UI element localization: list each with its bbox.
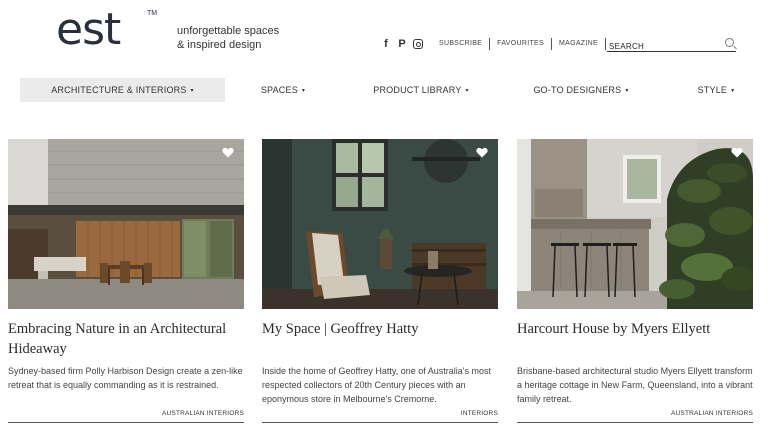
nav-label: PRODUCT LIBRARY (373, 85, 462, 95)
nav-item-spaces[interactable]: SPACES ▾ (250, 78, 316, 102)
article-category[interactable]: AUSTRALIAN INTERIORS (671, 410, 753, 417)
article-image[interactable] (8, 139, 244, 309)
article-title[interactable]: My Space | Geoffrey Hatty (262, 319, 498, 339)
article-image[interactable] (517, 139, 753, 309)
caret-down-icon: ▾ (301, 88, 306, 94)
nav-item-style[interactable]: STYLE ▾ (690, 78, 742, 102)
nav-label: STYLE (697, 85, 728, 95)
caret-down-icon: ▾ (465, 88, 469, 94)
nav-item-go-to-designers[interactable]: GO-TO DESIGNERS ▾ (528, 78, 634, 102)
top-links: SUBSCRIBE FAVOURITES MAGAZINE (432, 38, 606, 50)
article-card[interactable]: Embracing Nature in an Architectural Hid… (8, 139, 244, 423)
pinterest-icon[interactable]: P (397, 38, 407, 50)
est-logo[interactable]: est (56, 4, 121, 56)
nav-item-architecture-interiors[interactable]: ARCHITECTURE & INTERIORS ▾ (20, 78, 225, 102)
search-box (607, 36, 736, 54)
social-links: f P (381, 38, 423, 50)
favourites-link[interactable]: FAVOURITES (489, 38, 551, 50)
article-category[interactable]: AUSTRALIAN INTERIORS (162, 410, 244, 417)
tagline-line-1: unforgettable spaces (177, 25, 280, 37)
article-title[interactable]: Harcourt House by Myers Ellyett (517, 319, 753, 339)
nav-item-product-library[interactable]: PRODUCT LIBRARY ▾ (366, 78, 476, 102)
site-header: est TM unforgettable spaces & inspired d… (0, 0, 768, 70)
subscribe-link[interactable]: SUBSCRIBE (432, 38, 489, 50)
heart-icon[interactable] (731, 147, 743, 158)
article-card[interactable]: My Space | Geoffrey Hatty Inside the hom… (262, 139, 498, 423)
caret-down-icon: ▾ (190, 88, 194, 94)
article-description: Sydney-based firm Polly Harbison Design … (8, 366, 243, 390)
search-icon[interactable] (725, 38, 734, 47)
article-title[interactable]: Embracing Nature in an Architectural Hid… (8, 319, 244, 359)
kitchen-photo (517, 139, 753, 309)
nav-label: ARCHITECTURE & INTERIORS (51, 85, 187, 95)
architecture-photo (8, 139, 244, 309)
nav-label: GO-TO DESIGNERS (533, 85, 622, 95)
magazine-link[interactable]: MAGAZINE (550, 38, 606, 50)
search-input[interactable] (607, 39, 717, 54)
facebook-icon[interactable]: f (381, 38, 391, 50)
caret-down-icon: ▾ (731, 88, 735, 94)
card-divider (517, 422, 753, 423)
tagline-line-2: & inspired design (177, 39, 262, 51)
trademark-mark: TM (147, 10, 158, 17)
card-divider (262, 422, 498, 423)
article-card[interactable]: Harcourt House by Myers Ellyett Brisbane… (517, 139, 753, 423)
tagline: unforgettable spaces & inspired design (177, 24, 279, 52)
article-description: Brisbane-based architectural studio Myer… (517, 366, 753, 404)
instagram-icon[interactable] (413, 39, 423, 49)
article-category[interactable]: INTERIORS (461, 410, 498, 417)
card-divider (8, 422, 244, 423)
interior-photo (262, 139, 498, 309)
main-nav: ARCHITECTURE & INTERIORS ▾ SPACES ▾ PRODUC… (0, 78, 768, 104)
heart-icon[interactable] (476, 147, 488, 158)
heart-icon[interactable] (222, 147, 234, 158)
article-description: Inside the home of Geoffrey Hatty, one o… (262, 366, 492, 404)
caret-down-icon: ▾ (625, 88, 629, 94)
article-image[interactable] (262, 139, 498, 309)
nav-label: SPACES (260, 85, 298, 95)
